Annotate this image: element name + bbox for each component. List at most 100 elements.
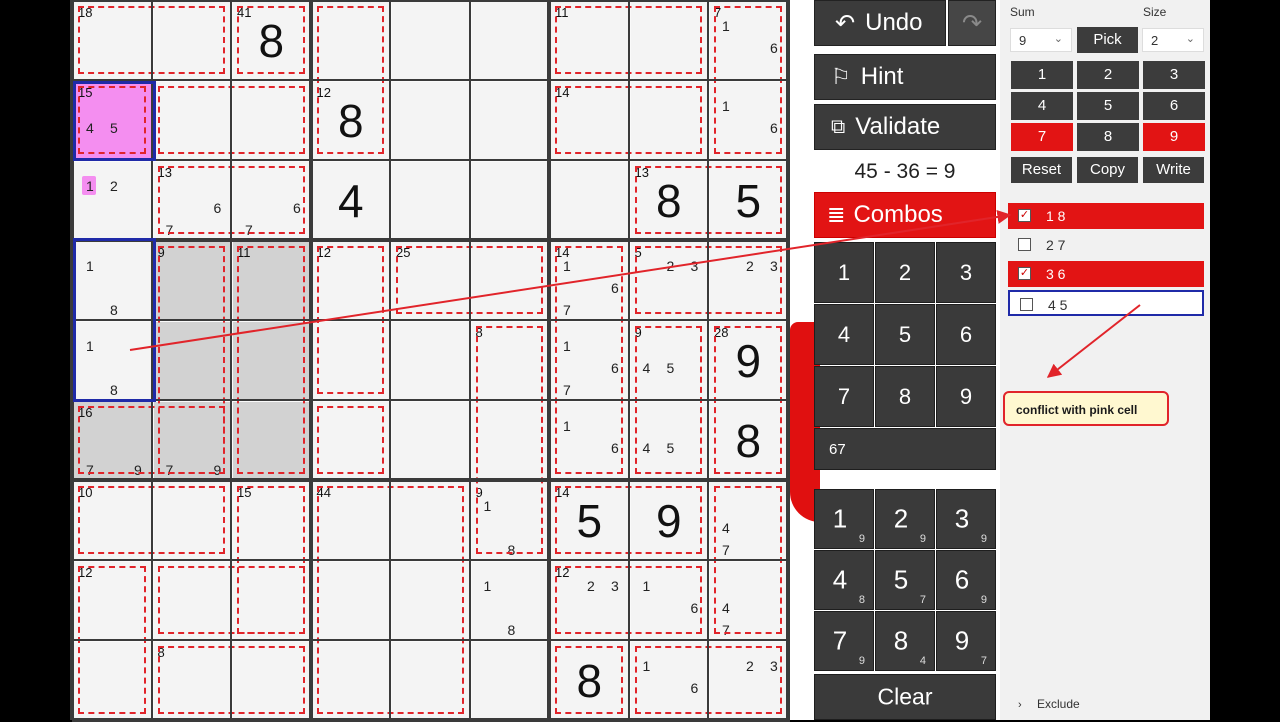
clear-button[interactable]: Clear xyxy=(814,674,996,720)
number-toggle[interactable]: 8 xyxy=(1077,123,1139,151)
grid-line-vertical xyxy=(785,0,790,720)
combo-checkbox[interactable]: ✓ xyxy=(1018,267,1031,280)
digit-key[interactable]: 79 xyxy=(814,611,874,671)
grid-line-horizontal xyxy=(72,639,790,641)
keypad-key[interactable]: 1 xyxy=(814,242,874,303)
grid-cell[interactable]: 12 xyxy=(74,162,151,239)
digit-remaining-count: 4 xyxy=(919,655,926,667)
grid-cell[interactable] xyxy=(471,642,548,719)
digit-key[interactable]: 19 xyxy=(814,489,874,549)
copy-button[interactable]: Copy xyxy=(1077,157,1138,183)
candidate-digit: 1 xyxy=(86,178,94,194)
grid-cell[interactable] xyxy=(471,162,548,239)
chevron-right-icon: › xyxy=(1018,699,1022,711)
combo-checkbox[interactable] xyxy=(1018,238,1031,251)
list-icon: ≣ xyxy=(827,202,846,227)
grid-line-vertical xyxy=(468,0,471,720)
number-toggle-label: 6 xyxy=(1169,97,1179,114)
keypad-key[interactable]: 9 xyxy=(936,366,996,427)
digit-key[interactable]: 84 xyxy=(875,611,935,671)
grid-line-horizontal xyxy=(72,319,790,321)
grid-cell[interactable] xyxy=(392,82,469,159)
cage-outline xyxy=(475,326,543,554)
keypad-key-label: 6 xyxy=(959,321,973,347)
combo-option-label: 2 7 xyxy=(1046,237,1066,253)
exclude-expander[interactable]: › Exclude xyxy=(1018,697,1080,711)
number-toggle-label: 9 xyxy=(1169,128,1179,145)
digit-key-label: 6 xyxy=(954,564,970,595)
digit-key[interactable]: 39 xyxy=(936,489,996,549)
size-label: Size xyxy=(1143,5,1167,19)
digit-key[interactable]: 97 xyxy=(936,611,996,671)
number-toggle[interactable]: 6 xyxy=(1143,92,1205,120)
undo-button[interactable]: ↶ Undo xyxy=(814,0,946,46)
cage-outline xyxy=(237,6,305,74)
number-toggle[interactable]: 9 xyxy=(1143,123,1205,151)
keypad-key[interactable]: 2 xyxy=(875,242,935,303)
pick-button[interactable]: Pick xyxy=(1077,27,1138,53)
killer-sudoku-grid[interactable]: 18 41 8 11 7 1 6 15 4 5 12 8 14 1 6 1 2 13 6 7 6 7 4 13 8 5 1 8 9 11 1… xyxy=(70,0,790,722)
digit-remaining-count: 9 xyxy=(858,655,865,667)
grid-cell[interactable] xyxy=(392,402,469,479)
redo-button[interactable]: ↷ xyxy=(948,0,996,46)
digit-remaining-count: 7 xyxy=(980,655,987,667)
number-toggle-label: 8 xyxy=(1103,128,1113,145)
keypad-key[interactable]: 5 xyxy=(875,304,935,365)
grid-line-horizontal xyxy=(72,159,790,161)
selection-outline xyxy=(73,238,156,402)
validate-button[interactable]: ⧉ Validate xyxy=(814,104,996,150)
digit-key[interactable]: 57 xyxy=(875,550,935,610)
digit-key[interactable]: 48 xyxy=(814,550,874,610)
grid-line-horizontal xyxy=(72,718,790,722)
keypad-key[interactable]: 6 xyxy=(936,304,996,365)
digit-remaining-count: 9 xyxy=(980,533,987,545)
candidate-digit: 1 xyxy=(483,578,492,594)
combo-input-field[interactable]: 67 xyxy=(814,428,996,470)
grid-cell[interactable] xyxy=(392,2,469,79)
grid-cell[interactable]: 18 xyxy=(471,562,548,639)
combos-button[interactable]: ≣ Combos xyxy=(814,192,996,238)
grid-cell[interactable] xyxy=(392,162,469,239)
keypad-key-label: 1 xyxy=(837,259,851,285)
digit-key[interactable]: 29 xyxy=(875,489,935,549)
number-toggle[interactable]: 3 xyxy=(1143,61,1205,89)
grid-cell[interactable] xyxy=(471,2,548,79)
number-toggle-label: 7 xyxy=(1037,128,1047,145)
combo-checkbox[interactable]: ✓ xyxy=(1018,209,1031,222)
size-select[interactable]: 2 ⌄ xyxy=(1142,28,1204,52)
number-toggle[interactable]: 2 xyxy=(1077,61,1139,89)
grid-cell[interactable] xyxy=(392,322,469,399)
chevron-down-icon: ⌄ xyxy=(1053,33,1063,45)
grid-cell[interactable] xyxy=(471,82,548,159)
hint-button[interactable]: ⚐ Hint xyxy=(814,54,996,100)
keypad-key[interactable]: 7 xyxy=(814,366,874,427)
grid-line-vertical xyxy=(627,0,630,720)
cage-outline xyxy=(237,246,305,474)
number-toggle[interactable]: 1 xyxy=(1011,61,1073,89)
combo-checkbox[interactable] xyxy=(1020,298,1033,311)
write-button[interactable]: Write xyxy=(1143,157,1204,183)
grid-cell[interactable]: 4 xyxy=(312,162,389,239)
annotation-callout: conflict with pink cell xyxy=(1003,391,1169,426)
number-toggle[interactable]: 7 xyxy=(1011,123,1073,151)
keypad-key[interactable]: 4 xyxy=(814,304,874,365)
grid-line-horizontal xyxy=(72,478,790,482)
keypad-key-label: 8 xyxy=(898,383,912,409)
keypad-key-label: 7 xyxy=(837,383,851,409)
grid-line-vertical xyxy=(230,0,232,720)
combo-option[interactable]: ✓ 3 6 xyxy=(1008,261,1204,287)
grid-line-vertical xyxy=(547,0,551,720)
number-toggle[interactable]: 5 xyxy=(1077,92,1139,120)
combo-option[interactable]: 2 7 xyxy=(1008,232,1204,258)
keypad-key[interactable]: 8 xyxy=(875,366,935,427)
digit-key[interactable]: 69 xyxy=(936,550,996,610)
cage-outline xyxy=(555,246,623,474)
reset-button[interactable]: Reset xyxy=(1011,157,1072,183)
sum-select[interactable]: 9 ⌄ xyxy=(1010,28,1072,52)
keypad-key[interactable]: 3 xyxy=(936,242,996,303)
combo-option[interactable]: 4 5 xyxy=(1008,290,1204,316)
number-toggle[interactable]: 4 xyxy=(1011,92,1073,120)
combo-option[interactable]: ✓ 1 8 xyxy=(1008,203,1204,229)
grid-cell[interactable] xyxy=(551,162,628,239)
digit-remaining-count: 9 xyxy=(858,533,865,545)
